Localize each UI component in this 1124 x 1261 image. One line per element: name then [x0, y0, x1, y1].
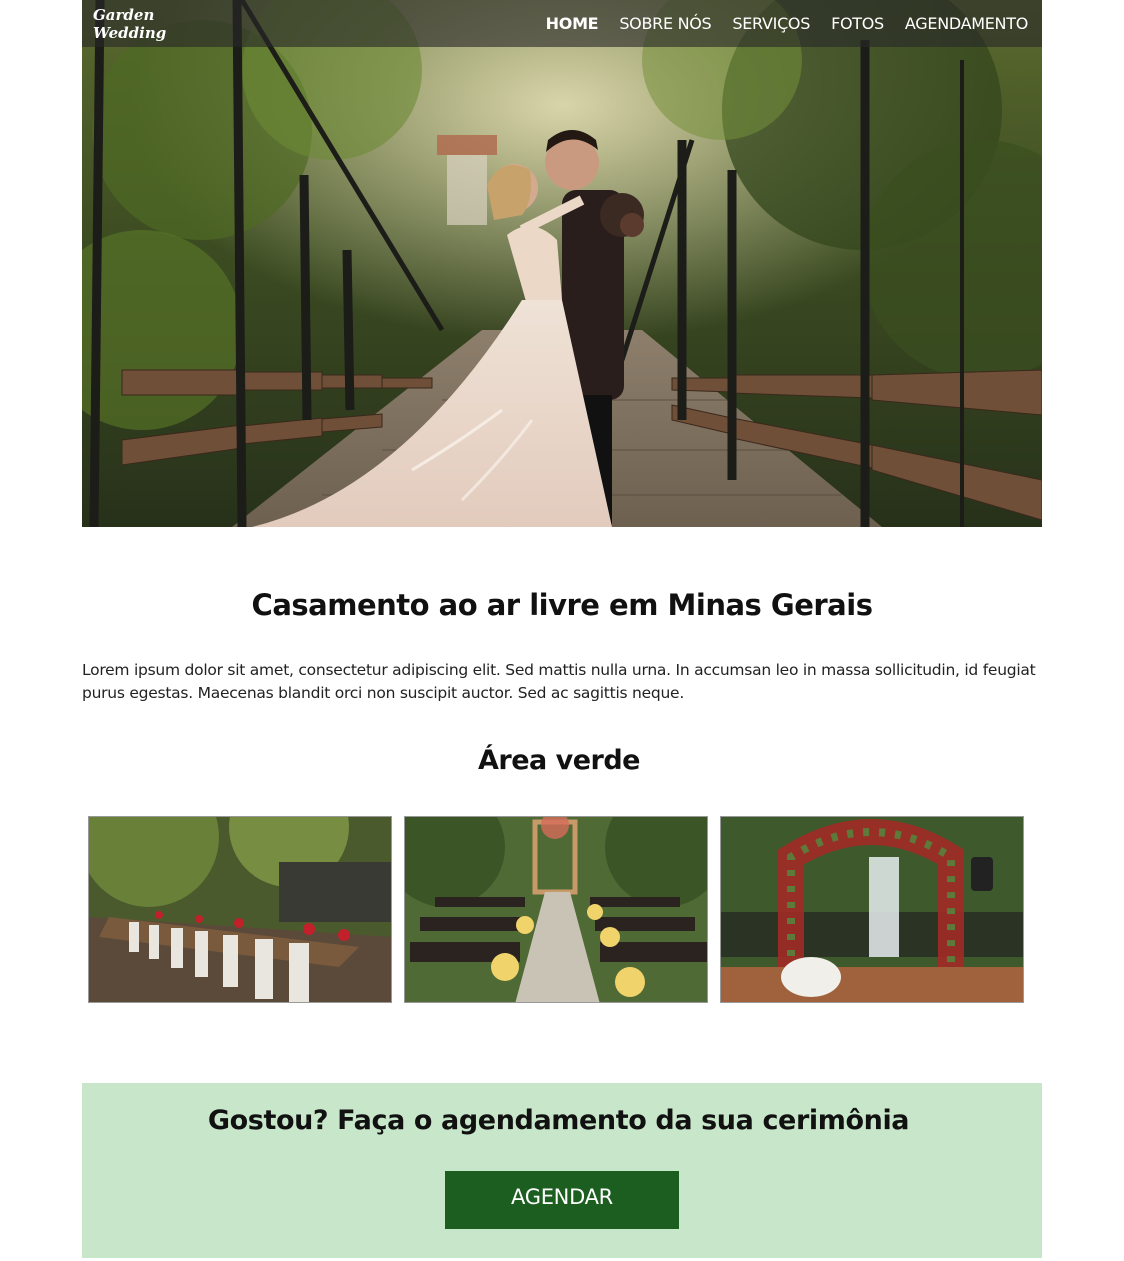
gallery-photo-ceremony[interactable] — [404, 816, 708, 1003]
garden-ceremony-image — [405, 817, 707, 1002]
gallery-photo-banquet[interactable] — [88, 816, 392, 1003]
logo-line-1: Garden — [93, 5, 155, 24]
nav-links: HOME SOBRE NÓS SERVIÇOS FOTOS AGENDAMENT… — [525, 14, 1029, 33]
gallery-title: Área verde — [477, 745, 641, 776]
brand-logo[interactable]: Garden Wedding — [93, 6, 193, 42]
floral-arch-image — [721, 817, 1023, 1002]
cta-section: Gostou? Faça o agendamento da sua cerimô… — [82, 1083, 1042, 1258]
hero-section: Garden Wedding HOME SOBRE NÓS SERVIÇOS F… — [82, 0, 1042, 527]
nav-link-agendamento[interactable]: AGENDAMENTO — [905, 14, 1028, 33]
intro-paragraph: Lorem ipsum dolor sit amet, consectetur … — [82, 661, 1036, 702]
nav-link-home[interactable]: HOME — [546, 14, 599, 33]
gallery-photo-arch[interactable] — [720, 816, 1024, 1003]
logo-line-2: Wedding — [93, 23, 167, 42]
hero-image — [82, 0, 1042, 527]
banquet-table-image — [89, 817, 391, 1002]
page: Garden Wedding HOME SOBRE NÓS SERVIÇOS F… — [0, 0, 1124, 1261]
nav-link-fotos[interactable]: FOTOS — [831, 14, 884, 33]
photo-gallery — [88, 816, 1025, 1003]
top-navbar: Garden Wedding HOME SOBRE NÓS SERVIÇOS F… — [82, 0, 1042, 47]
agendar-button[interactable]: AGENDAR — [445, 1171, 679, 1229]
cta-title: Gostou? Faça o agendamento da sua cerimô… — [207, 1105, 910, 1136]
nav-link-servicos[interactable]: SERVIÇOS — [732, 14, 810, 33]
nav-link-sobre-nos[interactable]: SOBRE NÓS — [619, 14, 711, 33]
page-headline: Casamento ao ar livre em Minas Gerais — [251, 588, 873, 622]
